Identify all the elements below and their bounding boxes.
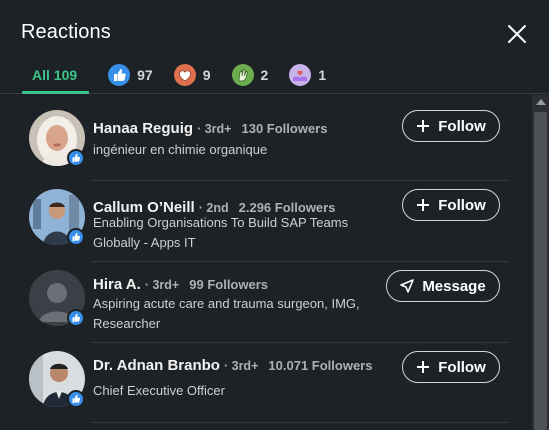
like-reaction-icon bbox=[67, 309, 85, 327]
like-reaction-icon bbox=[107, 63, 131, 87]
name-line: Dr. Adnan Branbo · 3rd+ 10.071 Followers bbox=[93, 357, 372, 374]
love-reaction-icon bbox=[173, 63, 197, 87]
like-reaction-icon bbox=[67, 228, 85, 246]
like-reaction-icon bbox=[67, 149, 85, 167]
tab-like-count: 97 bbox=[137, 66, 153, 83]
divider bbox=[92, 422, 508, 423]
follower-count: 10.071 Followers bbox=[268, 358, 373, 373]
support-reaction-icon bbox=[288, 63, 312, 87]
scroll-up-icon[interactable] bbox=[536, 99, 546, 105]
list-item[interactable]: Hira A. · 3rd+ 99 Followers Aspiring acu… bbox=[0, 262, 532, 343]
person-name[interactable]: Hira A. bbox=[93, 276, 141, 293]
like-reaction-icon bbox=[67, 390, 85, 408]
plus-icon bbox=[417, 120, 430, 132]
tab-support-count: 1 bbox=[318, 66, 327, 83]
follow-button-label: Follow bbox=[438, 117, 486, 135]
tab-love-count: 9 bbox=[202, 66, 211, 83]
tab-all-label: All 109 bbox=[32, 66, 78, 83]
reactor-list: Hanaa Reguig · 3rd+ 130 Followers ingéni… bbox=[0, 95, 532, 430]
follow-button-label: Follow bbox=[438, 358, 486, 376]
person-name[interactable]: Hanaa Reguig bbox=[93, 120, 193, 137]
dialog-header: Reactions All 109 97 9 2 1 bbox=[0, 0, 549, 94]
reaction-tabs: All 109 97 9 2 1 bbox=[20, 56, 346, 94]
person-headline: ingénieur en chimie organique bbox=[93, 142, 268, 157]
tab-love[interactable]: 9 bbox=[173, 56, 211, 93]
close-icon[interactable] bbox=[503, 20, 531, 48]
connection-degree: · 3rd+ bbox=[144, 278, 180, 292]
plus-icon bbox=[417, 361, 430, 373]
list-item[interactable]: Callum O’Neill · 2nd 2.296 Followers Ena… bbox=[0, 181, 532, 262]
message-button[interactable]: Message bbox=[386, 270, 500, 302]
person-headline: Enabling Organisations To Build SAP Team… bbox=[93, 215, 349, 250]
message-button-label: Message bbox=[422, 277, 486, 295]
list-item[interactable]: Hanaa Reguig · 3rd+ 130 Followers ingéni… bbox=[0, 95, 532, 181]
list-item[interactable]: Dr. Adnan Branbo · 3rd+ 10.071 Followers… bbox=[0, 343, 532, 423]
follower-count: 99 Followers bbox=[189, 277, 268, 292]
tab-support[interactable]: 1 bbox=[288, 56, 326, 93]
celebrate-reaction-icon bbox=[231, 63, 255, 87]
follow-button-label: Follow bbox=[438, 196, 486, 214]
reactions-dialog: Reactions All 109 97 9 2 1 Hanaa Reguig … bbox=[0, 0, 549, 430]
dialog-title: Reactions bbox=[21, 21, 111, 43]
name-line: Hira A. · 3rd+ 99 Followers bbox=[93, 276, 268, 293]
follow-button[interactable]: Follow bbox=[402, 189, 500, 221]
tab-like[interactable]: 97 bbox=[107, 56, 153, 93]
tab-celebrate[interactable]: 2 bbox=[231, 56, 269, 93]
tab-all[interactable]: All 109 bbox=[21, 56, 90, 94]
connection-degree: · 3rd+ bbox=[197, 122, 232, 136]
connection-degree: · 3rd+ bbox=[223, 359, 259, 373]
person-name[interactable]: Dr. Adnan Branbo bbox=[93, 357, 220, 374]
tab-celebrate-count: 2 bbox=[260, 66, 269, 83]
follow-button[interactable]: Follow bbox=[402, 110, 500, 142]
person-headline: Chief Executive Officer bbox=[93, 383, 225, 398]
follow-button[interactable]: Follow bbox=[402, 351, 500, 383]
name-line: Hanaa Reguig · 3rd+ 130 Followers bbox=[93, 120, 327, 137]
scrollbar[interactable] bbox=[532, 95, 549, 430]
person-headline: Aspiring acute care and trauma surgeon, … bbox=[93, 296, 360, 331]
scrollbar-thumb[interactable] bbox=[534, 112, 547, 430]
follower-count: 130 Followers bbox=[241, 121, 328, 136]
plus-icon bbox=[417, 199, 430, 211]
send-icon bbox=[400, 279, 415, 293]
